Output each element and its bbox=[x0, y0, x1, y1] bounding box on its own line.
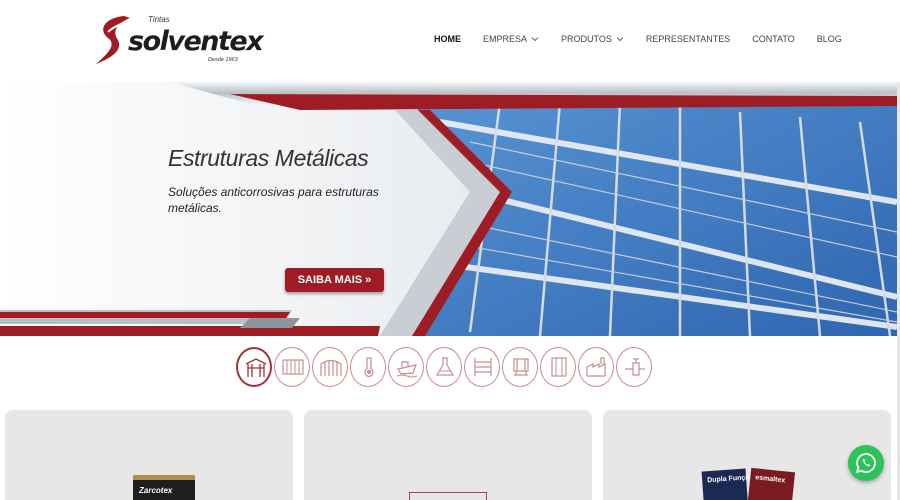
product-box-label: Dupla Função bbox=[706, 473, 754, 485]
category-container[interactable] bbox=[274, 347, 310, 387]
site-header: Tintas solventex Desde 1963 HOME EMPRESA… bbox=[0, 0, 900, 82]
whatsapp-button[interactable] bbox=[848, 445, 884, 481]
hero-title: Estruturas Metálicas bbox=[168, 145, 369, 171]
nav-contato[interactable]: CONTATO bbox=[752, 34, 795, 44]
category-thermometer[interactable] bbox=[350, 347, 386, 387]
category-ship[interactable] bbox=[388, 347, 424, 387]
product-box-image: Dupla Função bbox=[701, 468, 754, 500]
category-gate[interactable] bbox=[312, 347, 348, 387]
page: Tintas solventex Desde 1963 HOME EMPRESA… bbox=[0, 0, 900, 500]
nav-produtos-label: PRODUTOS bbox=[561, 34, 612, 44]
hero-banner: Estruturas Metálicas Soluções anticorros… bbox=[0, 82, 897, 336]
steel-structure-icon bbox=[245, 358, 267, 377]
nav-empresa-label: EMPRESA bbox=[483, 34, 528, 44]
product-card[interactable]: Zarcotex bbox=[5, 410, 293, 500]
solventex-logo[interactable]: Tintas solventex Desde 1963 bbox=[94, 12, 264, 68]
category-steel-structure[interactable] bbox=[236, 347, 272, 387]
shelving-icon bbox=[474, 358, 492, 376]
nav-representantes[interactable]: REPRESENTANTES bbox=[646, 34, 730, 44]
saiba-mais-button[interactable]: SAIBA MAIS » bbox=[285, 268, 384, 292]
nav-blog[interactable]: BLOG bbox=[817, 34, 842, 44]
product-card[interactable] bbox=[304, 410, 592, 500]
category-icons bbox=[236, 347, 656, 389]
nav-home-label: HOME bbox=[434, 34, 461, 44]
chevron-down-icon bbox=[616, 37, 624, 42]
hero-background-image bbox=[0, 82, 897, 336]
logo-pre-text: Tintas bbox=[148, 15, 170, 24]
gate-icon bbox=[320, 359, 342, 376]
category-shelving[interactable] bbox=[464, 347, 500, 387]
nav-empresa[interactable]: EMPRESA bbox=[483, 34, 539, 44]
thermometer-icon bbox=[364, 357, 374, 377]
product-card[interactable]: Dupla Função esmaltex bbox=[603, 410, 891, 500]
tank-icon bbox=[551, 357, 567, 377]
lab-flask-icon bbox=[435, 357, 455, 376]
product-box-label: esmaltex bbox=[754, 474, 786, 485]
category-pipe[interactable] bbox=[616, 347, 652, 387]
category-factory[interactable] bbox=[578, 347, 614, 387]
ship-icon bbox=[396, 361, 418, 378]
logo-brand-text: solventex bbox=[128, 26, 264, 57]
category-machine[interactable] bbox=[502, 347, 538, 387]
product-image-placeholder bbox=[409, 492, 487, 500]
container-icon bbox=[282, 359, 304, 375]
product-can-image: Zarcotex bbox=[133, 475, 195, 500]
nav-contato-label: CONTATO bbox=[752, 34, 795, 44]
chevron-down-icon bbox=[531, 37, 539, 42]
nav-blog-label: BLOG bbox=[816, 34, 842, 44]
product-box-image: esmaltex bbox=[746, 467, 796, 500]
main-nav: HOME EMPRESA PRODUTOS REPRESENTANTES CON… bbox=[434, 34, 842, 44]
nav-home[interactable]: HOME bbox=[434, 34, 461, 44]
machine-icon bbox=[513, 358, 529, 376]
whatsapp-icon bbox=[855, 453, 876, 474]
product-can-label: Zarcotex bbox=[139, 486, 173, 495]
category-lab[interactable] bbox=[426, 347, 462, 387]
logo-since-text: Desde 1963 bbox=[208, 57, 238, 63]
factory-icon bbox=[586, 357, 606, 377]
pipe-valve-icon bbox=[625, 358, 645, 376]
nav-produtos[interactable]: PRODUTOS bbox=[561, 34, 624, 44]
nav-representantes-label: REPRESENTANTES bbox=[645, 34, 731, 44]
category-tank[interactable] bbox=[540, 347, 576, 387]
hero-subtitle: Soluções anticorrosivas para estruturas … bbox=[168, 185, 379, 215]
